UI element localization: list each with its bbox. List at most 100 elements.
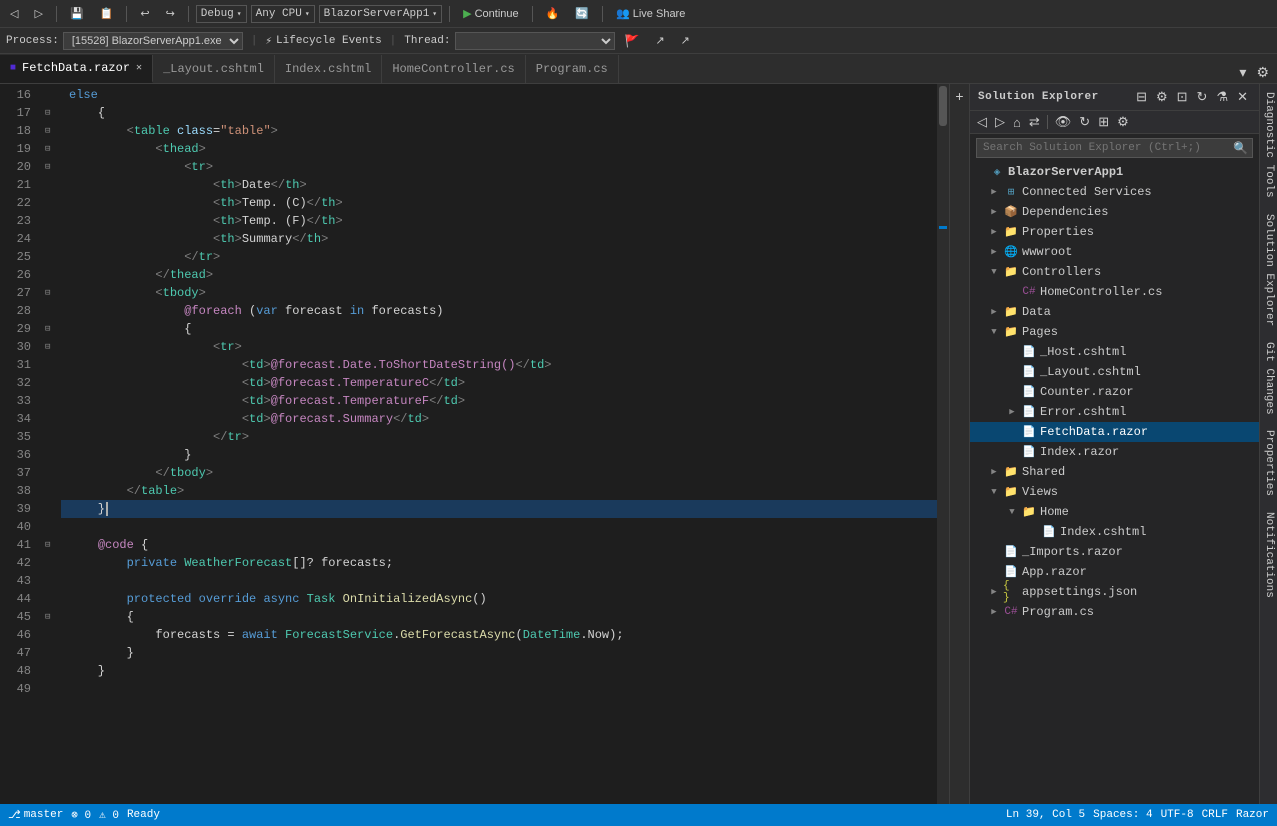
connected-label: Connected Services xyxy=(1022,185,1152,199)
cpu-dropdown[interactable]: Any CPU ▾ xyxy=(251,5,315,23)
se-home-btn[interactable]: ⌂ xyxy=(1010,114,1024,131)
collapse-20[interactable]: ⊟ xyxy=(45,162,50,172)
se-item-connected[interactable]: ▶ ⊞ Connected Services xyxy=(970,182,1259,202)
ln-49: 49 xyxy=(0,680,37,698)
se-item-appsettings[interactable]: ▶ { } appsettings.json xyxy=(970,582,1259,602)
step-btn[interactable]: ↗ xyxy=(649,32,670,49)
se-item-app[interactable]: 📄 App.razor xyxy=(970,562,1259,582)
se-close-btn[interactable]: ✕ xyxy=(1234,88,1251,106)
collapse-19[interactable]: ⊟ xyxy=(45,144,50,154)
zoom-in-btn[interactable]: + xyxy=(955,88,963,104)
se-item-imports[interactable]: 📄 _Imports.razor xyxy=(970,542,1259,562)
se-expand-btn[interactable]: ⊞ xyxy=(1095,113,1112,131)
se-preview-btn[interactable]: ⊡ xyxy=(1174,88,1191,106)
code-line-30: <tr> xyxy=(61,338,937,356)
collapse-17[interactable]: ⊟ xyxy=(45,108,50,118)
panel-notifications[interactable]: Notifications xyxy=(1260,504,1277,606)
solution-explorer: Solution Explorer ⊟ ⚙ ⊡ ↻ ⚗ ✕ ◁ ▷ ⌂ ⇄ 👁 … xyxy=(969,84,1259,804)
back-btn[interactable]: ◁ xyxy=(4,5,24,22)
se-search-input[interactable] xyxy=(977,139,1229,157)
se-item-deps[interactable]: ▶ 📦 Dependencies xyxy=(970,202,1259,222)
tab-settings-btn[interactable]: ⚙ xyxy=(1252,62,1273,83)
collapse-30[interactable]: ⊟ xyxy=(45,342,50,352)
props-label: Properties xyxy=(1022,225,1094,239)
deps-arrow: ▶ xyxy=(988,207,1000,217)
wwwroot-label: wwwroot xyxy=(1022,245,1072,259)
se-item-error[interactable]: ▶ 📄 Error.cshtml xyxy=(970,402,1259,422)
save-all-btn[interactable]: 📋 xyxy=(94,5,120,22)
tab-layout-label: _Layout.cshtml xyxy=(163,62,264,76)
flag-btn[interactable]: 🚩 xyxy=(619,32,646,50)
se-item-layout-file[interactable]: 📄 _Layout.cshtml xyxy=(970,362,1259,382)
status-branch[interactable]: ⎇ master xyxy=(8,808,63,822)
collapse-18[interactable]: ⊟ xyxy=(45,126,50,136)
tab-fetchdata[interactable]: ■ FetchData.razor ✕ xyxy=(0,55,153,83)
code-line-18: <table class="table"> xyxy=(61,122,937,140)
se-nav-back[interactable]: ◁ xyxy=(974,113,990,131)
se-item-root[interactable]: ◈ BlazorServerApp1 xyxy=(970,162,1259,182)
debug-dropdown[interactable]: Debug ▾ xyxy=(196,5,247,23)
se-view-btn[interactable]: 👁 xyxy=(1052,113,1075,131)
se-item-home[interactable]: ▼ 📁 Home xyxy=(970,502,1259,522)
se-filter-btn[interactable]: ⚗ xyxy=(1213,88,1231,106)
scrollbar-thumb[interactable] xyxy=(939,86,947,126)
se-item-index-cshtml[interactable]: 📄 Index.cshtml xyxy=(970,522,1259,542)
se-item-host[interactable]: 📄 _Host.cshtml xyxy=(970,342,1259,362)
redo-btn[interactable]: ↪ xyxy=(160,5,181,22)
collapse-27[interactable]: ⊟ xyxy=(45,288,50,298)
panel-solution[interactable]: Solution Explorer xyxy=(1260,206,1277,334)
se-opts-btn[interactable]: ⚙ xyxy=(1114,113,1132,131)
tab-index[interactable]: Index.cshtml xyxy=(275,55,382,83)
app-dropdown[interactable]: BlazorServerApp1 ▾ xyxy=(319,5,442,23)
se-collapse-btn[interactable]: ⊟ xyxy=(1133,88,1150,106)
se-item-data[interactable]: ▶ 📁 Data xyxy=(970,302,1259,322)
se-item-props[interactable]: ▶ 📁 Properties xyxy=(970,222,1259,242)
se-nav-fwd[interactable]: ▷ xyxy=(992,113,1008,131)
collapse-29[interactable]: ⊟ xyxy=(45,324,50,334)
se-sync-btn[interactable]: ⇄ xyxy=(1026,113,1043,131)
se-item-index-razor[interactable]: 📄 Index.razor xyxy=(970,442,1259,462)
save-btn[interactable]: 💾 xyxy=(64,5,90,22)
editor[interactable]: 16 17 18 19 20 21 22 23 24 25 26 27 28 2… xyxy=(0,84,949,804)
code-content[interactable]: else { <table class="table"> <thead> <tr… xyxy=(61,84,937,804)
code-line-16: else xyxy=(61,86,937,104)
se-refresh2-btn[interactable]: ↻ xyxy=(1076,113,1093,131)
se-item-shared[interactable]: ▶ 📁 Shared xyxy=(970,462,1259,482)
status-errors[interactable]: ⊗ 0 xyxy=(71,808,91,822)
hot-reload-btn[interactable]: 🔥 xyxy=(540,5,566,22)
se-item-fetchdata[interactable]: 📄 FetchData.razor xyxy=(970,422,1259,442)
forward-btn[interactable]: ▷ xyxy=(28,5,48,22)
editor-scrollbar[interactable] xyxy=(937,84,949,804)
collapse-41[interactable]: ⊟ xyxy=(45,540,50,550)
tab-layout[interactable]: _Layout.cshtml xyxy=(153,55,275,83)
se-item-counter[interactable]: 📄 Counter.razor xyxy=(970,382,1259,402)
se-item-homecontroller[interactable]: C# HomeController.cs xyxy=(970,282,1259,302)
restart-btn[interactable]: 🔄 xyxy=(569,5,595,22)
tab-program[interactable]: Program.cs xyxy=(526,55,619,83)
code-line-37: </tbody> xyxy=(61,464,937,482)
branch-icon: ⎇ xyxy=(8,808,21,822)
live-share-btn[interactable]: 👥 Live Share xyxy=(610,5,691,22)
panel-diagnostic[interactable]: Diagnostic Tools xyxy=(1260,84,1277,206)
shared-arrow: ▶ xyxy=(988,467,1000,477)
se-item-views[interactable]: ▼ 📁 Views xyxy=(970,482,1259,502)
thread-dropdown[interactable] xyxy=(455,32,615,50)
se-properties-btn[interactable]: ⚙ xyxy=(1153,88,1171,106)
se-refresh-btn[interactable]: ↻ xyxy=(1194,88,1211,106)
continue-btn[interactable]: ▶ Continue xyxy=(457,5,525,22)
process-dropdown[interactable]: [15528] BlazorServerApp1.exe xyxy=(63,32,243,50)
tab-list-btn[interactable]: ▾ xyxy=(1235,62,1250,83)
status-warnings[interactable]: ⚠ 0 xyxy=(99,808,119,822)
se-item-wwwroot[interactable]: ▶ 🌐 wwwroot xyxy=(970,242,1259,262)
undo-btn[interactable]: ↩ xyxy=(134,5,155,22)
tab-fetchdata-close[interactable]: ✕ xyxy=(136,62,142,74)
se-item-controllers[interactable]: ▼ 📁 Controllers xyxy=(970,262,1259,282)
panel-git[interactable]: Git Changes xyxy=(1260,334,1277,423)
layout-icon: 📄 xyxy=(1021,364,1037,380)
step2-btn[interactable]: ↗ xyxy=(675,32,696,49)
tab-homecontroller[interactable]: HomeController.cs xyxy=(382,55,525,83)
se-item-pages[interactable]: ▼ 📁 Pages xyxy=(970,322,1259,342)
panel-properties[interactable]: Properties xyxy=(1260,422,1277,504)
se-item-program[interactable]: ▶ C# Program.cs xyxy=(970,602,1259,622)
collapse-45[interactable]: ⊟ xyxy=(45,612,50,622)
